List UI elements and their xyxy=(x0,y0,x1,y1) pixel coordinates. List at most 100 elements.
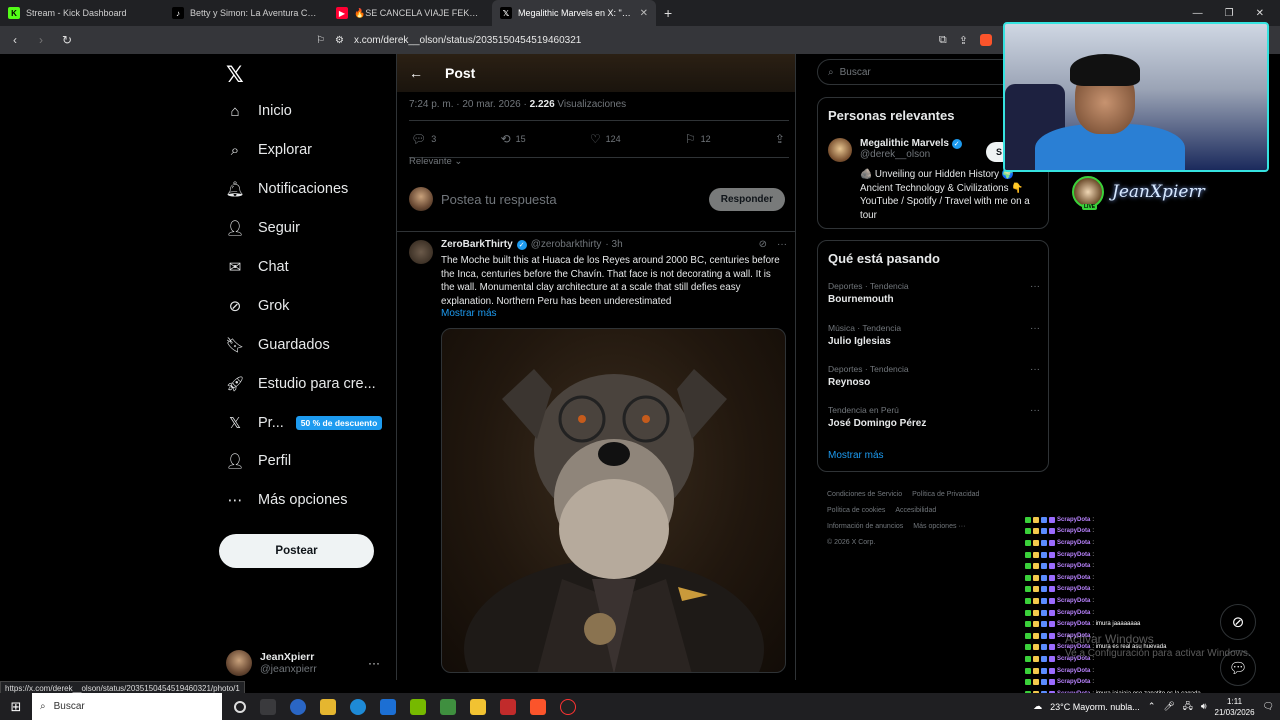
share-icon[interactable]: ⇪ xyxy=(959,34,968,47)
folder-icon[interactable] xyxy=(470,698,486,715)
nav-profile[interactable]: 👤︎ Perfil xyxy=(225,452,291,470)
chat-username[interactable]: ScrapyDota xyxy=(1057,528,1090,534)
chat-badge-icon xyxy=(1041,621,1047,628)
relevant-person[interactable]: Megalithic Marvels ✓ @derek__olson xyxy=(828,138,962,162)
microphone-icon[interactable]: 🎤︎ xyxy=(1163,701,1174,712)
avatar[interactable] xyxy=(409,240,433,264)
nav-grok[interactable]: ⊘ Grok xyxy=(226,297,290,315)
url-field[interactable]: ⚐ ⚙ x.com/derek__olson/status/2035150454… xyxy=(316,35,581,46)
edge-icon[interactable] xyxy=(350,698,366,715)
account-more-icon[interactable]: ··· xyxy=(368,656,380,670)
reply-input[interactable]: Postea tu respuesta xyxy=(441,192,701,207)
restore-icon[interactable]: ❐ xyxy=(1225,8,1234,19)
account-switcher[interactable]: JeanXpierr @jeanxpierr xyxy=(226,650,317,676)
tab-kick[interactable]: K Stream - Kick Dashboard xyxy=(0,0,164,26)
network-icon[interactable]: 🖧 xyxy=(1183,699,1193,715)
tab-youtube[interactable]: ▶🔥SE CANCELA VIAJE FEKA?🔥SIDER xyxy=(328,0,492,26)
forward-icon[interactable]: › xyxy=(34,33,48,47)
trend-item[interactable]: Tendencia en Perú José Domingo Pérez ··· xyxy=(828,405,1040,429)
show-more-link[interactable]: Mostrar más xyxy=(828,450,884,461)
reload-icon[interactable]: ↻ xyxy=(60,33,74,47)
clock[interactable]: 1:11 21/03/2026 xyxy=(1215,696,1255,718)
chat-username[interactable]: ScrapyDota xyxy=(1057,610,1090,616)
share-button[interactable]: ⇪ xyxy=(775,132,785,146)
new-tab-button[interactable]: + xyxy=(656,5,680,21)
grok-icon[interactable]: ⊘ xyxy=(759,239,767,250)
chat-message: ScrapyDota: imura jaaaaaaaa xyxy=(1025,618,1225,630)
chat-username[interactable]: ScrapyDota xyxy=(1057,575,1090,581)
minecraft-icon[interactable] xyxy=(440,698,456,715)
tab-x-active[interactable]: 𝕏Megalithic Marvels en X: "An old✕ xyxy=(492,0,656,26)
nav-premium[interactable]: 𝕏 Pr... 50 % de descuento xyxy=(226,414,383,432)
minimize-icon[interactable]: — xyxy=(1193,8,1203,19)
sort-dropdown[interactable]: Relevante ⌄ xyxy=(409,156,462,167)
nav-home[interactable]: ⌂ Inicio xyxy=(226,102,291,120)
obs-icon[interactable] xyxy=(560,698,576,715)
mail-icon: ✉ xyxy=(228,259,242,276)
nvidia-icon[interactable] xyxy=(410,698,426,715)
task-view-icon[interactable] xyxy=(260,698,276,715)
bookmark-page-icon[interactable]: ⚐ xyxy=(316,35,325,46)
nav-chat[interactable]: ✉ Chat xyxy=(226,258,289,276)
nav-bookmarks[interactable]: 🔖︎ Guardados xyxy=(225,336,329,354)
mail-icon[interactable] xyxy=(380,698,396,715)
store-icon[interactable] xyxy=(320,698,336,715)
brave-shield-icon[interactable] xyxy=(980,33,992,46)
back-icon[interactable]: ‹ xyxy=(8,33,22,47)
person-add-icon: 👤︎ xyxy=(225,220,245,237)
nav-follow[interactable]: 👤︎ Seguir xyxy=(225,219,299,237)
more-icon[interactable]: ··· xyxy=(1030,364,1040,375)
reply-button[interactable]: 💬︎ 3 xyxy=(411,132,436,146)
brave-icon[interactable] xyxy=(530,698,546,715)
volume-icon[interactable]: 🔊︎ xyxy=(1201,701,1207,712)
chat-username[interactable]: ScrapyDota xyxy=(1057,679,1090,685)
more-icon[interactable]: ··· xyxy=(1030,405,1040,416)
nav-notifications[interactable]: 🔔︎ Notificaciones xyxy=(225,180,348,198)
chat-badge-icon xyxy=(1033,597,1039,604)
app-icon[interactable] xyxy=(500,698,516,715)
chat-username[interactable]: ScrapyDota xyxy=(1057,586,1090,592)
grok-fab-icon[interactable]: ⊘ xyxy=(1220,604,1256,640)
more-icon[interactable]: ··· xyxy=(1030,281,1040,292)
chat-username[interactable]: ScrapyDota xyxy=(1057,668,1090,674)
back-arrow-icon[interactable]: ← xyxy=(409,65,423,81)
discount-badge: 50 % de descuento xyxy=(295,416,383,430)
tab-tiktok[interactable]: ♪Betty y Simon: La Aventura Continua xyxy=(164,0,328,26)
close-window-icon[interactable]: ✕ xyxy=(1256,8,1264,19)
kick-icon: K xyxy=(8,7,20,19)
chat-username[interactable]: ScrapyDota xyxy=(1057,563,1090,569)
trend-item[interactable]: Deportes · Tendencia Reynoso ··· xyxy=(828,364,1040,388)
windows-start-icon[interactable]: ⊞ xyxy=(0,699,32,715)
open-external-icon[interactable]: ⧉ xyxy=(939,34,947,47)
cortana-icon[interactable] xyxy=(234,700,246,713)
nav-more[interactable]: ⋯ Más opciones xyxy=(226,491,348,509)
reply-submit-button[interactable]: Responder xyxy=(708,187,785,211)
bookmark-icon: ⚐ xyxy=(684,132,696,146)
trend-item[interactable]: Música · Tendencia Julio Iglesias ··· xyxy=(828,323,1040,347)
chat-username[interactable]: ScrapyDota xyxy=(1057,540,1090,546)
notifications-icon[interactable]: 🗨 xyxy=(1263,701,1274,712)
chat-username[interactable]: ScrapyDota xyxy=(1057,621,1090,627)
bookmark-button[interactable]: ⚐ 12 xyxy=(685,132,711,146)
taskbar-search[interactable]: ⌕ Buscar xyxy=(32,693,222,720)
site-info-icon[interactable]: ⚙ xyxy=(335,35,344,46)
show-more-link[interactable]: Mostrar más xyxy=(441,308,497,319)
close-tab-icon[interactable]: ✕ xyxy=(640,8,648,19)
more-icon[interactable]: ··· xyxy=(1030,323,1040,334)
bookmark-icon: 🔖︎ xyxy=(225,337,245,354)
tweet-image[interactable] xyxy=(441,328,786,673)
trend-item[interactable]: Deportes · Tendencia Bournemouth ··· xyxy=(828,281,1040,305)
chevron-up-icon[interactable]: ⌃ xyxy=(1148,701,1156,712)
like-button[interactable]: ♡ 124 xyxy=(590,132,621,146)
post-button[interactable]: Postear xyxy=(219,534,374,568)
repost-button[interactable]: ⟲ 15 xyxy=(501,132,526,146)
nav-creator-studio[interactable]: 🚀︎ Estudio para cre... xyxy=(225,375,375,393)
app-icon[interactable] xyxy=(290,698,306,715)
nav-explore[interactable]: ⌕ Explorar xyxy=(226,141,312,159)
search-input[interactable]: ⌕ Buscar xyxy=(817,59,1017,85)
chat-username[interactable]: ScrapyDota xyxy=(1057,552,1090,558)
chat-username[interactable]: ScrapyDota xyxy=(1057,598,1090,604)
more-icon[interactable]: ··· xyxy=(777,239,787,250)
chat-username[interactable]: ScrapyDota xyxy=(1057,517,1090,523)
x-logo-icon[interactable]: 𝕏 xyxy=(226,62,244,88)
